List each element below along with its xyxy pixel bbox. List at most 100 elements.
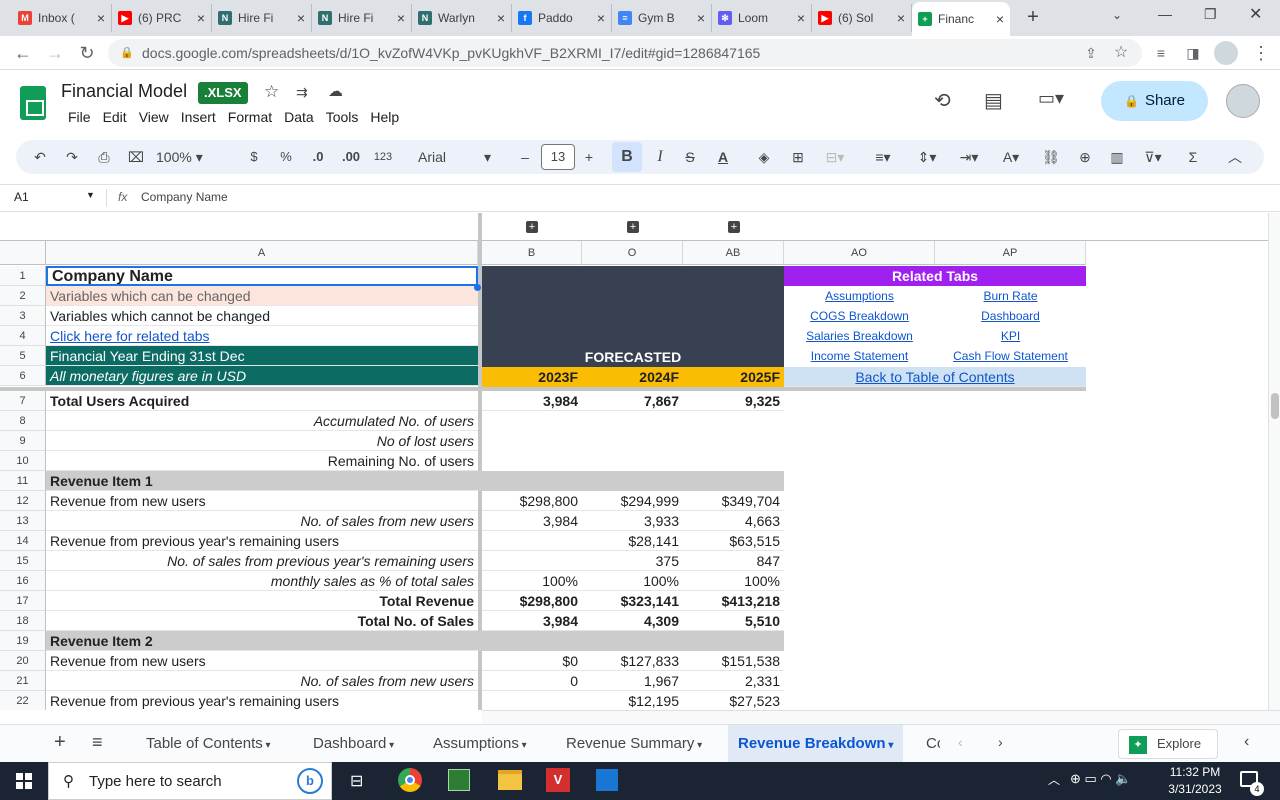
sheet-tab[interactable]: Revenue Breakdown ▾	[728, 725, 904, 763]
minimize-button[interactable]: —	[1158, 6, 1172, 22]
value-cell[interactable]: $323,141	[582, 591, 683, 611]
cell-A14[interactable]: Revenue from previous year's remaining u…	[46, 531, 478, 551]
cell-A12[interactable]: Revenue from new users	[46, 491, 478, 511]
row-header[interactable]: 1	[0, 266, 46, 286]
close-tab-icon[interactable]: ×	[297, 10, 305, 26]
browser-tab[interactable]: N Warlyn ×	[412, 4, 512, 32]
menu-edit[interactable]: Edit	[97, 108, 133, 126]
row-header[interactable]: 14	[0, 531, 46, 551]
sheet-tab[interactable]: Table of Contents ▾	[136, 725, 281, 763]
tab-search-icon[interactable]: ⌄	[1112, 8, 1122, 22]
menu-view[interactable]: View	[133, 108, 175, 126]
value-cell[interactable]: 9,325	[683, 391, 784, 411]
new-tab-button[interactable]: +	[1022, 6, 1044, 28]
print-icon[interactable]: ⎙	[94, 140, 114, 174]
row-header[interactable]: 8	[0, 411, 46, 431]
explore-button[interactable]: ✦ Explore	[1118, 729, 1218, 759]
value-cell[interactable]: 1,967	[582, 671, 683, 691]
value-cell[interactable]: $12,195	[582, 691, 683, 710]
menu-insert[interactable]: Insert	[175, 108, 222, 126]
fill-color-icon[interactable]: ◈	[754, 140, 774, 174]
undo-icon[interactable]: ↶	[30, 140, 50, 174]
font-size-increase-button[interactable]: +	[580, 140, 598, 174]
cell-A5[interactable]: Financial Year Ending 31st Dec	[46, 346, 478, 366]
close-tab-icon[interactable]: ×	[197, 10, 205, 26]
task-view-icon[interactable]: ⊟	[350, 771, 363, 791]
sheet-tab-menu-icon[interactable]: ▾	[519, 740, 527, 751]
move-icon[interactable]: ⇉	[296, 84, 308, 101]
borders-icon[interactable]: ⊞	[788, 140, 808, 174]
value-cell[interactable]: $28,141	[582, 531, 683, 551]
sheet-tab[interactable]: Assumptions ▾	[423, 725, 537, 763]
redo-icon[interactable]: ↷	[62, 140, 82, 174]
forward-icon[interactable]: →	[44, 42, 66, 64]
cell-A22[interactable]: Revenue from previous year's remaining u…	[46, 691, 478, 710]
scroll-tabs-right-icon[interactable]: ›	[998, 734, 1003, 750]
selected-cell-A1[interactable]: Company Name	[46, 266, 478, 286]
value-cell[interactable]: 7,867	[582, 391, 683, 411]
related-link[interactable]: KPI	[935, 326, 1086, 346]
cell-A15[interactable]: No. of sales from previous year's remain…	[46, 551, 478, 571]
horizontal-align-icon[interactable]: ≡▾	[868, 140, 898, 174]
row-header[interactable]: 9	[0, 431, 46, 451]
meet-icon[interactable]: ▭▾	[1038, 88, 1064, 109]
scroll-thumb[interactable]	[1271, 393, 1279, 419]
value-cell[interactable]: 100%	[582, 571, 683, 591]
related-link[interactable]: Assumptions	[784, 286, 935, 306]
close-tab-icon[interactable]: ×	[697, 10, 705, 26]
related-link[interactable]: Income Statement	[784, 346, 935, 366]
value-cell[interactable]: 2,331	[683, 671, 784, 691]
row-header[interactable]: 18	[0, 611, 46, 631]
browser-tab[interactable]: ▶ (6) Sol ×	[812, 4, 912, 32]
value-cell[interactable]: 5,510	[683, 611, 784, 631]
reading-list-icon[interactable]: ≡	[1150, 42, 1172, 64]
clock[interactable]: 11:32 PM 3/31/2023	[1160, 764, 1230, 798]
insert-link-icon[interactable]: ⛓	[1040, 140, 1062, 174]
menu-format[interactable]: Format	[222, 108, 278, 126]
add-sheet-button[interactable]: +	[54, 731, 66, 754]
value-cell[interactable]: 0	[482, 671, 582, 691]
row-header[interactable]: 10	[0, 451, 46, 471]
all-sheets-icon[interactable]: ≡	[92, 732, 103, 753]
currency-button[interactable]: $	[244, 140, 264, 174]
row-header[interactable]: 11	[0, 471, 46, 491]
row-header[interactable]: 15	[0, 551, 46, 571]
filter-icon[interactable]: ⊽▾	[1138, 140, 1168, 174]
menu-help[interactable]: Help	[364, 108, 405, 126]
row-header[interactable]: 12	[0, 491, 46, 511]
formula-input[interactable]: Company Name	[141, 190, 228, 204]
value-cell[interactable]: $0	[482, 651, 582, 671]
menu-tools[interactable]: Tools	[320, 108, 365, 126]
value-cell[interactable]: 3,984	[482, 511, 582, 531]
row-header[interactable]: 4	[0, 326, 46, 346]
text-wrap-icon[interactable]: ⇥▾	[954, 140, 984, 174]
value-cell[interactable]: $413,218	[683, 591, 784, 611]
font-size-decrease-button[interactable]: –	[516, 140, 534, 174]
value-cell[interactable]: 4,309	[582, 611, 683, 631]
value-cell[interactable]: 3,984	[482, 611, 582, 631]
cell-A21[interactable]: No. of sales from new users	[46, 671, 478, 691]
spreadsheet-grid[interactable]: + + + A B O AB AO AP 1 2 3 4 5 6 7 8 9 10 11 12 13 14…	[0, 213, 1268, 710]
close-tab-icon[interactable]: ×	[497, 10, 505, 26]
paint-format-icon[interactable]: ⌧	[126, 140, 146, 174]
cell-A4[interactable]: Click here for related tabs	[46, 326, 478, 346]
text-color-icon[interactable]: A	[712, 140, 734, 174]
column-header-B[interactable]: B	[482, 241, 582, 265]
column-header-AP[interactable]: AP	[935, 241, 1086, 265]
account-avatar[interactable]	[1226, 84, 1260, 118]
sheet-tab[interactable]: Dashboard ▾	[303, 725, 404, 763]
value-cell[interactable]: 3,933	[582, 511, 683, 531]
sheet-tab-menu-icon[interactable]: ▾	[694, 740, 702, 751]
sheets-taskbar-icon[interactable]	[448, 769, 470, 791]
column-header-AB[interactable]: AB	[683, 241, 784, 265]
related-link[interactable]: Burn Rate	[935, 286, 1086, 306]
value-cell[interactable]: $63,515	[683, 531, 784, 551]
related-link[interactable]: Salaries Breakdown	[784, 326, 935, 346]
value-cell[interactable]	[482, 551, 582, 571]
value-cell[interactable]: 847	[683, 551, 784, 571]
cell-A6[interactable]: All monetary figures are in USD	[46, 366, 478, 386]
close-tab-icon[interactable]: ×	[97, 10, 105, 26]
browser-tab[interactable]: f Paddo ×	[512, 4, 612, 32]
close-tab-icon[interactable]: ×	[397, 10, 405, 26]
cell-A10[interactable]: Remaining No. of users	[46, 451, 478, 471]
